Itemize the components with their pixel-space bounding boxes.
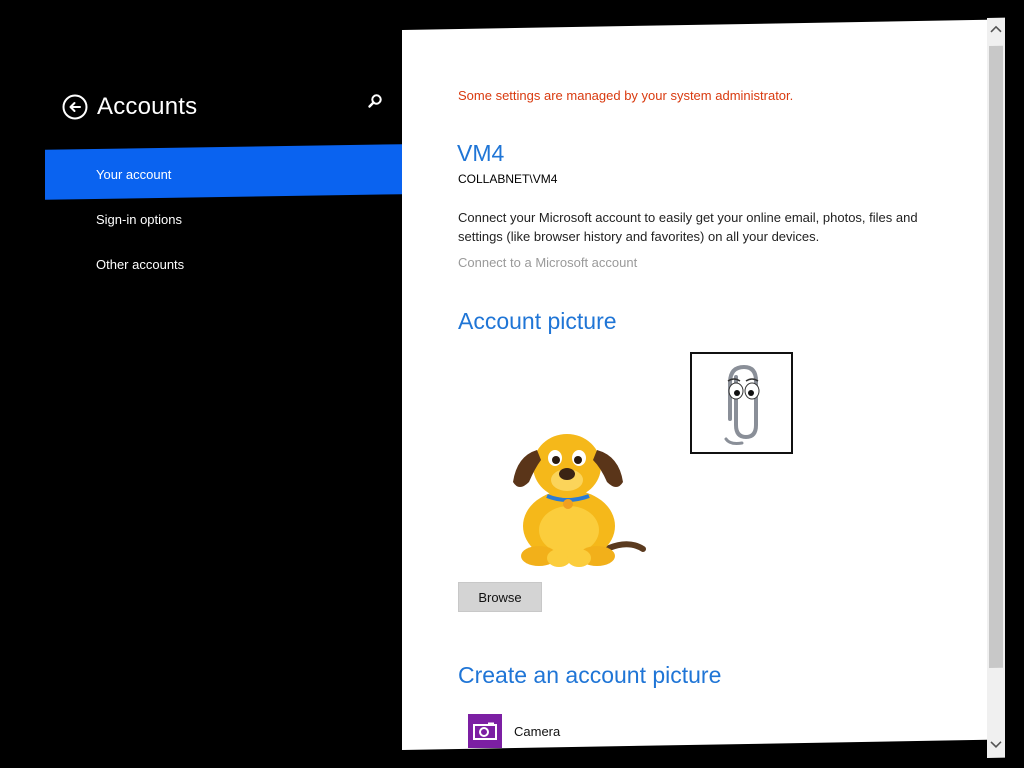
- back-arrow-icon: [62, 94, 88, 120]
- search-button[interactable]: [364, 90, 386, 112]
- scroll-up-button[interactable]: [987, 20, 1005, 38]
- admin-managed-notice: Some settings are managed by your system…: [458, 88, 794, 103]
- nav-item-label: Other accounts: [96, 256, 185, 272]
- content-body: Some settings are managed by your system…: [402, 30, 987, 750]
- content-scrollbar[interactable]: [987, 17, 1005, 759]
- dog-picture: [513, 434, 646, 567]
- pc-settings-screen: Accounts Your account Sign-in options Ot…: [0, 0, 1024, 768]
- settings-content-pane: Some settings are managed by your system…: [402, 19, 987, 750]
- paperclip-picture: [724, 364, 759, 445]
- create-account-picture-heading: Create an account picture: [458, 662, 722, 688]
- current-account-picture: [497, 408, 647, 568]
- nav-header: Accounts: [62, 90, 197, 124]
- camera-tile: [468, 714, 502, 748]
- back-button[interactable]: [62, 94, 88, 120]
- nav-item-your-account[interactable]: Your account: [45, 144, 402, 200]
- account-picture-heading: Account picture: [458, 308, 617, 334]
- settings-nav-pane: Accounts Your account Sign-in options Ot…: [0, 0, 402, 768]
- nav-item-label: Your account: [96, 166, 172, 182]
- camera-app-item[interactable]: Camera: [468, 714, 560, 748]
- scroll-thumb[interactable]: [989, 45, 1003, 668]
- account-name: VM4: [457, 140, 505, 166]
- chevron-down-icon: [990, 741, 1002, 748]
- camera-icon: [473, 722, 497, 740]
- search-icon: [368, 94, 382, 108]
- nav-item-label: Sign-in options: [96, 211, 182, 227]
- chevron-up-icon: [990, 25, 1002, 33]
- camera-label: Camera: [514, 723, 561, 739]
- nav-item-sign-in-options[interactable]: Sign-in options: [45, 196, 402, 242]
- alternate-account-picture[interactable]: [690, 352, 793, 454]
- nav-title: Accounts: [97, 93, 198, 120]
- nav-item-other-accounts[interactable]: Other accounts: [45, 241, 402, 287]
- connect-microsoft-account-link[interactable]: Connect to a Microsoft account: [458, 255, 637, 270]
- account-domain-id: COLLABNET\VM4: [458, 172, 558, 186]
- browse-button[interactable]: Browse: [458, 582, 542, 612]
- connect-description: Connect your Microsoft account to easily…: [458, 210, 918, 244]
- scroll-down-button[interactable]: [987, 736, 1005, 754]
